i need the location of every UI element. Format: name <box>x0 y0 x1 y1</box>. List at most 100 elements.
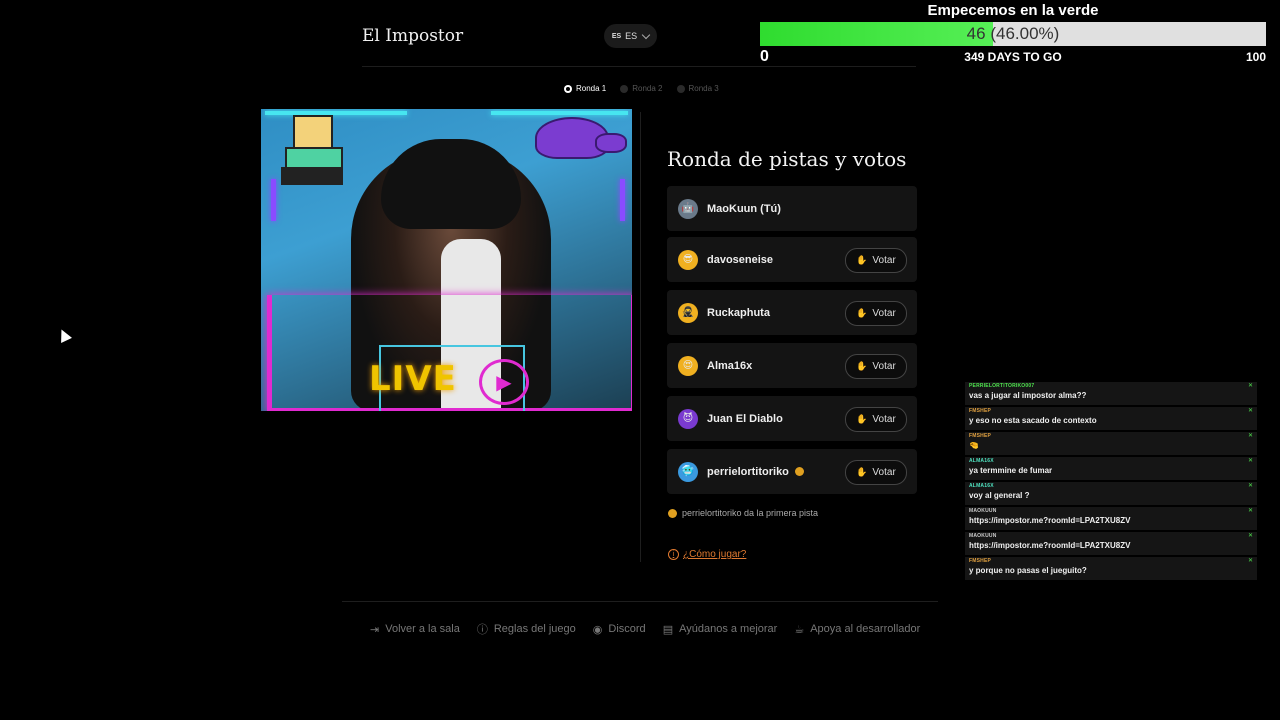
chat-message: PERRIELORTITORIKO007 vas a jugar al impo… <box>965 382 1257 405</box>
round-step-1: Ronda 1 <box>564 84 606 93</box>
player-name: Ruckaphuta <box>707 306 770 319</box>
chat-username: ALMA16X <box>969 458 994 464</box>
chat-close-icon: ✕ <box>1247 408 1253 414</box>
chat-text: vas a jugar al impostor alma?? <box>969 391 1087 400</box>
neon-frame-side-right <box>620 179 625 221</box>
round-label: Ronda 1 <box>576 84 607 93</box>
coin-icon <box>794 467 804 476</box>
app-brand-title[interactable]: El Impostor <box>362 26 463 46</box>
round-indicator-icon <box>564 84 572 93</box>
chat-close-icon: ✕ <box>1247 383 1253 389</box>
pixel-turtle-icon <box>525 117 627 159</box>
chat-text: y porque no pasas el jueguito? <box>969 566 1087 575</box>
round-step-3: Ronda 3 <box>676 84 719 93</box>
footer-link-discord[interactable]: ◉ Discord <box>593 621 646 637</box>
how-to-play-label: ¿Cómo jugar? <box>683 549 747 560</box>
chat-close-icon: ✕ <box>1247 433 1253 439</box>
footer-link-support[interactable]: ☕ Apoya al desarrollador <box>794 621 920 637</box>
vote-button[interactable]: ✋ Votar <box>845 354 907 379</box>
cold-face-icon: 🥶 <box>678 461 698 482</box>
chat-message: MAOKUUN https://impostor.me?roomId=LPA2T… <box>965 532 1257 555</box>
footer-nav: ⇥ Volver a la sala ⓘ Reglas del juego ◉ … <box>370 621 920 637</box>
chevron-down-icon <box>641 30 651 39</box>
round-label: Ronda 3 <box>688 84 719 93</box>
goal-max: 100 <box>1245 50 1266 64</box>
player-name: MaoKuun (Tú) <box>707 202 781 215</box>
round-step-2: Ronda 2 <box>620 84 663 93</box>
footer-link-label: Discord <box>608 623 646 635</box>
streamer-hair <box>381 139 521 229</box>
language-code: ES <box>625 31 638 41</box>
chat-message: FMSHEP y porque no pasas el jueguito? ✕ <box>965 557 1257 580</box>
vote-label: Votar <box>872 255 896 266</box>
hand-icon: ✋ <box>856 361 868 371</box>
panel-title: Ronda de pistas y votos <box>667 147 907 171</box>
heart-eyes-face-icon: 😍 <box>678 355 698 376</box>
round-indicator-icon <box>676 84 685 93</box>
header-divider <box>362 66 916 67</box>
coffee-icon: ☕ <box>794 623 805 636</box>
chat-text: 🤏 <box>969 441 979 450</box>
discord-icon: ◉ <box>592 623 603 636</box>
chat-close-icon: ✕ <box>1247 533 1253 539</box>
player-name: davoseneise <box>707 253 774 266</box>
goal-days-left: 349 DAYS TO GO <box>964 50 1062 64</box>
live-sign-text: LIVE <box>369 359 457 399</box>
footer-link-label: Ayúdanos a mejorar <box>679 623 778 635</box>
hand-icon: ✋ <box>856 308 868 318</box>
chat-username: MAOKUUN <box>969 533 997 539</box>
footer-link-feedback[interactable]: ▤ Ayúdanos a mejorar <box>663 621 778 637</box>
player-row: 🥷 Ruckaphuta ✋ Votar <box>667 290 917 335</box>
chat-close-icon: ✕ <box>1247 508 1253 514</box>
chat-username: ALMA16X <box>969 483 994 489</box>
hand-icon: ✋ <box>856 255 868 265</box>
webcam-feed: LIVE ▶ <box>261 109 632 411</box>
panel-divider <box>640 112 641 562</box>
robot-face-icon: 🤖 <box>678 198 698 219</box>
chat-message: FMSHEP y eso no esta sacado de contexto … <box>965 407 1257 430</box>
vote-button[interactable]: ✋ Votar <box>845 301 907 326</box>
how-to-play-link[interactable]: i ¿Cómo jugar? <box>668 549 746 560</box>
devil-face-icon: 😈 <box>678 408 698 429</box>
goal-percent: (46.00%) <box>990 24 1060 43</box>
language-flag-icon: ES <box>611 32 622 40</box>
player-row: 😍 Alma16x ✋ Votar <box>667 343 917 388</box>
round-stepper: Ronda 1 Ronda 2 Ronda 3 <box>564 84 719 93</box>
vote-label: Votar <box>872 414 896 425</box>
goal-progress-bar: 46 (46.00%) <box>760 22 1266 46</box>
goal-current: 46 <box>966 24 986 43</box>
feedback-icon: ▤ <box>662 623 674 636</box>
hand-icon: ✋ <box>856 414 868 424</box>
language-selector[interactable]: ES ES <box>604 24 657 48</box>
pixel-character-icon <box>275 115 345 189</box>
player-name: Juan El Diablo <box>707 412 783 425</box>
neon-frame-top-right <box>491 111 628 115</box>
chat-text: https://impostor.me?roomId=LPA2TXU8ZV <box>969 516 1131 525</box>
chat-close-icon: ✕ <box>1247 458 1253 464</box>
chat-text: ya termmine de fumar <box>969 466 1053 475</box>
chat-username: FMSHEP <box>969 433 992 439</box>
player-row: 😎 davoseneise ✋ Votar <box>667 237 917 282</box>
footer-link-back-to-room[interactable]: ⇥ Volver a la sala <box>370 621 460 637</box>
chat-username: MAOKUUN <box>969 508 997 514</box>
vote-button[interactable]: ✋ Votar <box>845 248 907 273</box>
ninja-face-icon: 🥷 <box>678 302 698 323</box>
clue-turn-text: perrielortitoriko da la primera pista <box>682 508 819 518</box>
vote-label: Votar <box>872 361 896 372</box>
chat-message: ALMA16X voy al general ? ✕ <box>965 482 1257 505</box>
vote-label: Votar <box>872 467 896 478</box>
chat-message: FMSHEP 🤏 ✕ <box>965 432 1257 455</box>
chat-message: MAOKUUN https://impostor.me?roomId=LPA2T… <box>965 507 1257 530</box>
round-indicator-icon <box>620 84 629 93</box>
chat-close-icon: ✕ <box>1247 483 1253 489</box>
player-row: 🥶 perrielortitoriko ✋ Votar <box>667 449 917 494</box>
info-icon: i <box>668 549 679 560</box>
sunglasses-face-icon: 😎 <box>678 249 698 270</box>
player-name: Alma16x <box>707 359 753 372</box>
player-name: perrielortitoriko <box>707 465 789 478</box>
footer-link-label: Reglas del juego <box>493 623 576 635</box>
vote-button[interactable]: ✋ Votar <box>845 460 907 485</box>
goal-progress-label: 46 (46.00%) <box>760 22 1266 46</box>
vote-button[interactable]: ✋ Votar <box>845 407 907 432</box>
footer-link-rules[interactable]: ⓘ Reglas del juego <box>477 621 576 637</box>
